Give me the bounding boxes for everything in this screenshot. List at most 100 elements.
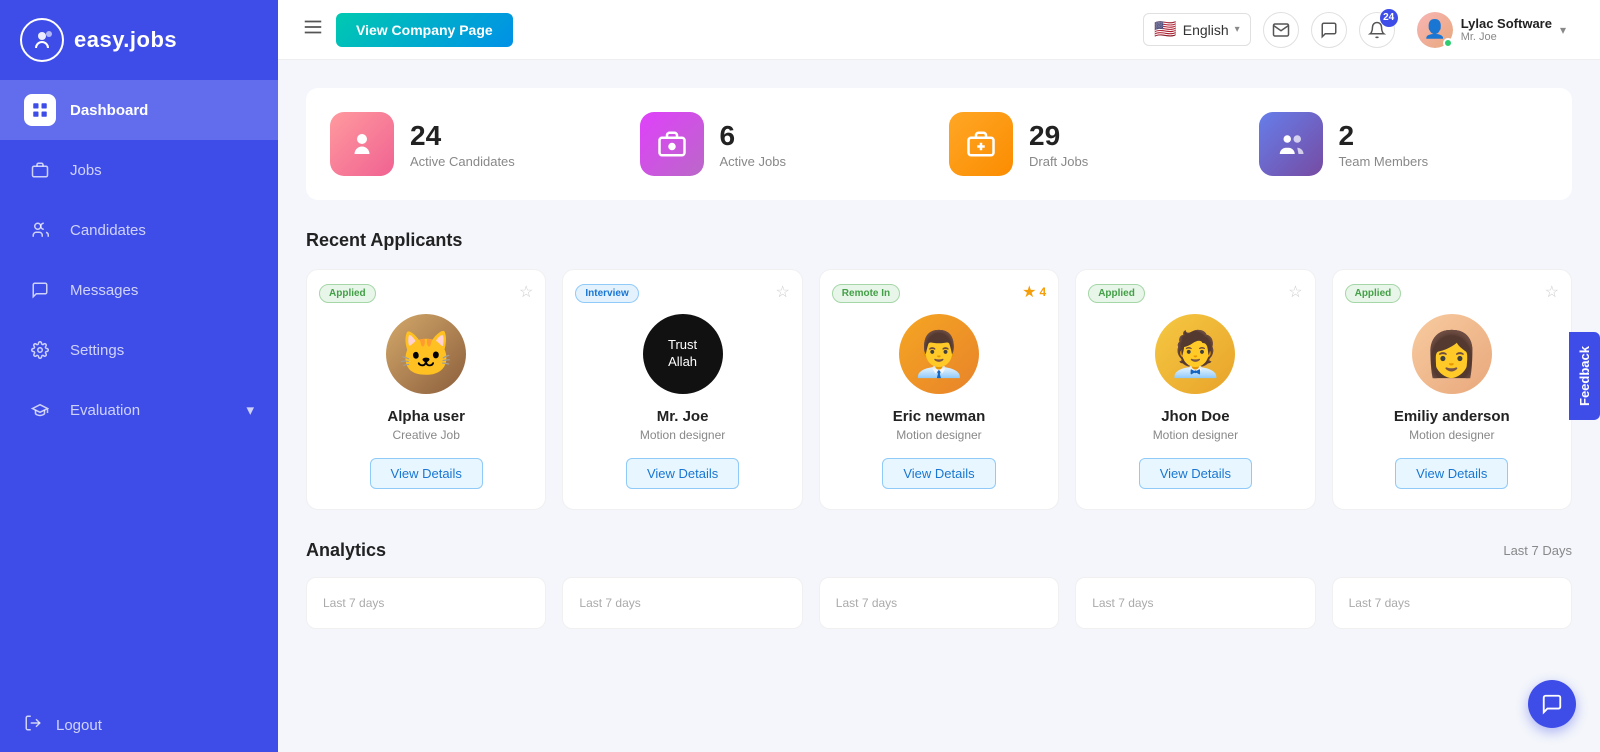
sidebar-item-label: Settings: [70, 342, 124, 359]
sidebar-item-label: Jobs: [70, 162, 102, 179]
sidebar-item-dashboard[interactable]: Dashboard: [0, 80, 278, 140]
stat-draft-jobs: 29 Draft Jobs: [949, 112, 1239, 176]
star-button[interactable]: ☆: [775, 282, 789, 302]
status-badge: Applied: [1345, 284, 1402, 303]
status-badge: Remote In: [832, 284, 900, 303]
star-button[interactable]: ☆: [519, 282, 533, 302]
user-menu-chevron-icon: ▾: [1560, 23, 1566, 37]
email-button[interactable]: [1263, 12, 1299, 48]
status-badge: Applied: [1088, 284, 1145, 303]
stat-label: Draft Jobs: [1029, 154, 1088, 169]
stat-number: 24: [410, 120, 515, 152]
star-button[interactable]: ☆: [1545, 282, 1559, 302]
sidebar-item-jobs[interactable]: Jobs: [0, 140, 278, 200]
analytics-header: Analytics Last 7 Days: [306, 540, 1572, 561]
applicant-card-jhon-doe: Applied ☆ 🧑‍💼 Jhon Doe Motion designer V…: [1075, 269, 1315, 510]
applicant-card-mr-joe: Interview ☆ TrustAllah Mr. Joe Motion de…: [562, 269, 802, 510]
user-info: Lylac Software Mr. Joe: [1461, 16, 1552, 43]
active-jobs-icon: [640, 112, 704, 176]
team-members-icon: [1259, 112, 1323, 176]
applicant-card-emiliy-anderson: Applied ☆ 👩 Emiliy anderson Motion desig…: [1332, 269, 1572, 510]
sidebar-item-messages[interactable]: Messages: [0, 260, 278, 320]
notification-button[interactable]: 24: [1359, 12, 1395, 48]
sidebar-item-evaluation[interactable]: Evaluation ▾: [0, 380, 278, 440]
jobs-icon: [24, 154, 56, 186]
applicant-role: Motion designer: [896, 428, 981, 442]
analytics-chart-3: Last 7 days: [819, 577, 1059, 629]
applicant-role: Motion designer: [1153, 428, 1238, 442]
applicant-avatar: TrustAllah: [643, 314, 723, 394]
chart-label: Last 7 days: [1349, 596, 1410, 610]
user-company-name: Lylac Software: [1461, 16, 1552, 31]
user-profile-area[interactable]: 👤 Lylac Software Mr. Joe ▾: [1407, 8, 1576, 52]
analytics-chart-5: Last 7 days: [1332, 577, 1572, 629]
feedback-tab[interactable]: Feedback: [1569, 332, 1600, 420]
analytics-chart-2: Last 7 days: [562, 577, 802, 629]
user-online-status: [1443, 38, 1453, 48]
stat-number: 6: [720, 120, 786, 152]
user-avatar-wrap: 👤: [1417, 12, 1453, 48]
stats-row: 24 Active Candidates 6 Active Jobs 29: [306, 88, 1572, 200]
brand-name: easy.jobs: [74, 27, 177, 53]
view-details-button[interactable]: View Details: [370, 458, 483, 489]
applicant-name: Mr. Joe: [657, 408, 709, 425]
star-count: 4: [1040, 285, 1047, 299]
sidebar-item-label: Messages: [70, 282, 138, 299]
logout-button[interactable]: Logout: [0, 698, 278, 752]
candidates-icon: [24, 214, 56, 246]
analytics-chart-4: Last 7 days: [1075, 577, 1315, 629]
star-button[interactable]: ☆: [1288, 282, 1302, 302]
status-badge: Applied: [319, 284, 376, 303]
lang-chevron-icon: ▾: [1235, 24, 1240, 35]
applicant-role: Creative Job: [393, 428, 460, 442]
logout-label: Logout: [56, 717, 102, 734]
sidebar-item-candidates[interactable]: Candidates: [0, 200, 278, 260]
stat-label: Team Members: [1339, 154, 1429, 169]
applicant-card-alpha-user: Applied ☆ 🐱 Alpha user Creative Job View…: [306, 269, 546, 510]
view-company-button[interactable]: View Company Page: [336, 13, 513, 47]
view-details-button[interactable]: View Details: [626, 458, 739, 489]
user-name: Mr. Joe: [1461, 31, 1552, 43]
applicant-avatar: 👨‍💼: [899, 314, 979, 394]
header: View Company Page 🇺🇸 English ▾ 24 👤: [278, 0, 1600, 60]
chart-label: Last 7 days: [1092, 596, 1153, 610]
language-selector[interactable]: 🇺🇸 English ▾: [1143, 13, 1250, 46]
analytics-title: Analytics: [306, 540, 386, 561]
main-content: View Company Page 🇺🇸 English ▾ 24 👤: [278, 0, 1600, 752]
chat-fab-button[interactable]: [1528, 680, 1576, 728]
language-label: English: [1183, 22, 1229, 38]
stat-team-members: 2 Team Members: [1259, 112, 1549, 176]
settings-icon: [24, 334, 56, 366]
stat-info: 29 Draft Jobs: [1029, 120, 1088, 169]
view-details-button[interactable]: View Details: [1139, 458, 1252, 489]
applicant-name: Emiliy anderson: [1394, 408, 1510, 425]
sidebar-navigation: Dashboard Jobs Candidates Messages: [0, 80, 278, 698]
sidebar-item-label: Dashboard: [70, 102, 148, 119]
applicant-avatar: 🧑‍💼: [1155, 314, 1235, 394]
stat-info: 24 Active Candidates: [410, 120, 515, 169]
stat-info: 2 Team Members: [1339, 120, 1429, 169]
chart-label: Last 7 days: [323, 596, 384, 610]
view-details-button[interactable]: View Details: [882, 458, 995, 489]
stat-label: Active Jobs: [720, 154, 786, 169]
chart-label: Last 7 days: [579, 596, 640, 610]
evaluation-icon: [24, 394, 56, 426]
chevron-down-icon: ▾: [246, 401, 254, 419]
stat-info: 6 Active Jobs: [720, 120, 786, 169]
chat-button[interactable]: [1311, 12, 1347, 48]
logo-icon: [20, 18, 64, 62]
applicant-avatar: 🐱: [386, 314, 466, 394]
applicant-name: Eric newman: [893, 408, 986, 425]
dashboard-icon: [24, 94, 56, 126]
logout-icon: [24, 714, 42, 736]
recent-applicants-title: Recent Applicants: [306, 230, 1572, 251]
hamburger-menu[interactable]: [302, 16, 324, 43]
stat-label: Active Candidates: [410, 154, 515, 169]
stat-number: 29: [1029, 120, 1088, 152]
applicant-role: Motion designer: [1409, 428, 1494, 442]
star-rating: ★ 4: [1022, 282, 1046, 302]
view-details-button[interactable]: View Details: [1395, 458, 1508, 489]
sidebar-item-settings[interactable]: Settings: [0, 320, 278, 380]
notification-count: 24: [1380, 9, 1398, 27]
status-badge: Interview: [575, 284, 638, 303]
